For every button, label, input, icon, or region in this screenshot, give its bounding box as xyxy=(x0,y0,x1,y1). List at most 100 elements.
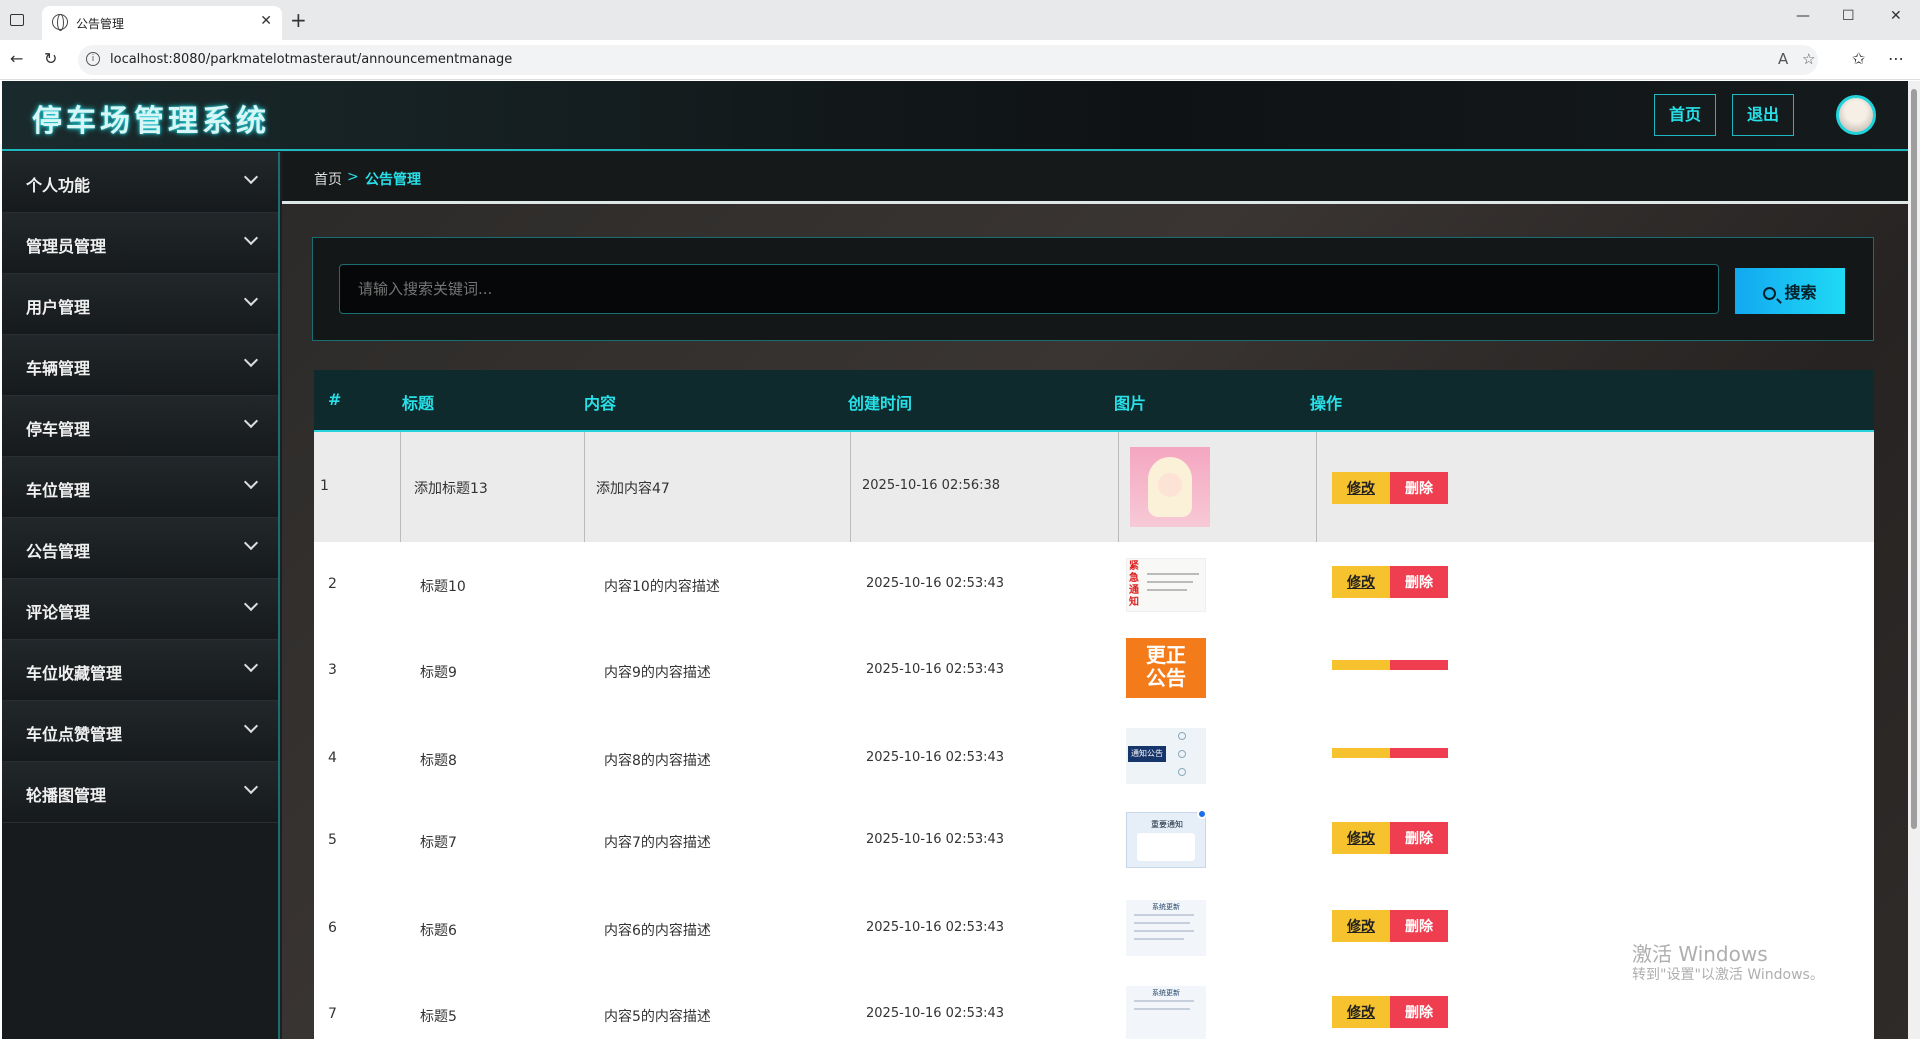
main-content: 首页 > 公告管理 搜索 # 标题 内容 创建时间 图片 操作 xyxy=(282,152,1908,1039)
edit-button[interactable]: 修改 xyxy=(1332,910,1390,942)
sidebar-item-parking[interactable]: 停车管理 xyxy=(2,396,278,457)
sidebar-item-space-favorites[interactable]: 车位收藏管理 xyxy=(2,640,278,701)
home-button[interactable]: 首页 xyxy=(1654,94,1717,136)
breadcrumb-separator: > xyxy=(347,169,359,185)
sidebar-item-label: 车位管理 xyxy=(26,481,91,500)
col-title: 标题 xyxy=(402,394,435,413)
back-icon[interactable]: ← xyxy=(10,49,23,68)
logout-button[interactable]: 退出 xyxy=(1732,94,1795,136)
breadcrumb-home[interactable]: 首页 xyxy=(314,169,342,189)
sidebar-item-space-likes[interactable]: 车位点赞管理 xyxy=(2,701,278,762)
col-actions: 操作 xyxy=(1310,394,1343,413)
delete-button[interactable]: 删除 xyxy=(1390,822,1448,854)
windows-activation-hint: 转到"设置"以激活 Windows。 xyxy=(1632,967,1824,983)
col-index: # xyxy=(328,390,342,409)
chevron-down-icon xyxy=(243,779,259,795)
delete-button[interactable]: 删除 xyxy=(1390,472,1448,504)
browser-tab[interactable]: 公告管理 ✕ xyxy=(42,6,282,40)
globe-icon xyxy=(52,14,68,31)
scrollbar-thumb[interactable] xyxy=(1911,89,1917,829)
url-field[interactable]: i localhost:8080/parkmatelotmasteraut/an… xyxy=(78,45,1818,75)
edit-button[interactable]: 修改 xyxy=(1332,566,1390,598)
table-row[interactable]: 3 标题9 内容9的内容描述 2025-10-16 02:53:43 更正公告 xyxy=(314,628,1874,716)
column-divider xyxy=(1316,432,1317,542)
search-panel: 搜索 xyxy=(312,237,1874,341)
cell-created: 2025-10-16 02:53:43 xyxy=(866,920,1005,935)
sidebar-item-carousel[interactable]: 轮播图管理 xyxy=(2,762,278,823)
text-line xyxy=(1147,589,1187,591)
edit-button[interactable]: 修改 xyxy=(1332,996,1390,1028)
favorites-icon[interactable]: ✩ xyxy=(1852,49,1865,68)
dot-icon xyxy=(1178,750,1186,758)
more-icon[interactable]: ⋯ xyxy=(1888,49,1904,68)
sidebar-item-label: 停车管理 xyxy=(26,420,91,439)
cell-title: 标题6 xyxy=(420,923,457,939)
favorite-icon[interactable]: ☆ xyxy=(1802,50,1815,68)
sidebar-item-comments[interactable]: 评论管理 xyxy=(2,579,278,640)
system-update-text: 系统更新 xyxy=(1152,989,1180,997)
search-input[interactable] xyxy=(339,264,1719,314)
sidebar-item-announcements[interactable]: 公告管理 xyxy=(2,518,278,579)
text-line xyxy=(1147,581,1193,583)
minimize-icon[interactable]: — xyxy=(1796,8,1810,24)
system-update-image: 系统更新 xyxy=(1126,900,1206,956)
cell-title: 标题10 xyxy=(420,579,466,595)
search-button-label: 搜索 xyxy=(1784,285,1817,302)
close-window-icon[interactable]: ✕ xyxy=(1890,8,1902,24)
site-info-icon[interactable]: i xyxy=(86,52,100,66)
sidebar-item-spaces[interactable]: 车位管理 xyxy=(2,457,278,518)
face-shape xyxy=(1158,473,1182,497)
table-row[interactable]: 1 添加标题13 添加内容47 2025-10-16 02:56:38 修改 删… xyxy=(314,432,1874,542)
delete-button-clipped[interactable] xyxy=(1390,748,1448,758)
windows-activation-title: 激活 Windows xyxy=(1632,942,1768,966)
chevron-down-icon xyxy=(243,413,259,429)
sidebar-item-users[interactable]: 用户管理 xyxy=(2,274,278,335)
urgent-notice-image: 紧急通知 xyxy=(1126,558,1206,612)
edit-button[interactable]: 修改 xyxy=(1332,822,1390,854)
delete-button[interactable]: 删除 xyxy=(1390,996,1448,1028)
delete-button[interactable]: 删除 xyxy=(1390,566,1448,598)
close-tab-icon[interactable]: ✕ xyxy=(260,13,272,29)
search-button[interactable]: 搜索 xyxy=(1735,268,1845,314)
cell-index: 7 xyxy=(328,1006,337,1022)
sidebar-item-personal[interactable]: 个人功能 xyxy=(2,152,278,213)
avatar[interactable] xyxy=(1836,95,1876,135)
sidebar-item-vehicles[interactable]: 车辆管理 xyxy=(2,335,278,396)
sidebar-item-label: 评论管理 xyxy=(26,603,91,622)
cell-index: 3 xyxy=(328,662,337,678)
sidebar: 个人功能 管理员管理 用户管理 车辆管理 停车管理 车位管理 公告管理 评论管理… xyxy=(2,152,280,1039)
edit-button[interactable]: 修改 xyxy=(1332,472,1390,504)
tab-actions-icon[interactable] xyxy=(10,14,24,26)
text-line xyxy=(1147,573,1199,575)
cell-title: 标题9 xyxy=(420,665,457,681)
delete-button-clipped[interactable] xyxy=(1390,660,1448,670)
tab-title: 公告管理 xyxy=(76,17,125,31)
cell-content: 添加内容47 xyxy=(596,481,670,497)
cell-title: 添加标题13 xyxy=(414,481,488,497)
important-notice-text: 重要通知 xyxy=(1151,820,1183,829)
breadcrumb: 首页 > 公告管理 xyxy=(282,152,1908,204)
address-bar: ← ↻ i localhost:8080/parkmatelotmasterau… xyxy=(0,40,1920,80)
cell-content: 内容6的内容描述 xyxy=(604,923,711,939)
cell-created: 2025-10-16 02:53:43 xyxy=(866,750,1005,765)
maximize-icon[interactable]: ☐ xyxy=(1842,8,1855,24)
cell-created: 2025-10-16 02:53:43 xyxy=(866,1006,1005,1021)
sidebar-item-admins[interactable]: 管理员管理 xyxy=(2,213,278,274)
table-row[interactable]: 2 标题10 内容10的内容描述 2025-10-16 02:53:43 紧急通… xyxy=(314,542,1874,628)
cell-title: 标题7 xyxy=(420,835,457,851)
table-row[interactable]: 5 标题7 内容7的内容描述 2025-10-16 02:53:43 重要通知 … xyxy=(314,800,1874,886)
cell-index: 4 xyxy=(328,750,337,766)
chevron-down-icon xyxy=(243,291,259,307)
table-row[interactable]: 4 标题8 内容8的内容描述 2025-10-16 02:53:43 通知公告 xyxy=(314,716,1874,800)
page-scrollbar[interactable] xyxy=(1908,81,1920,1039)
edit-button-clipped[interactable] xyxy=(1332,660,1390,670)
new-tab-icon[interactable]: + xyxy=(290,8,307,32)
delete-button[interactable]: 删除 xyxy=(1390,910,1448,942)
read-aloud-icon[interactable]: A xyxy=(1778,50,1788,68)
text-line xyxy=(1134,1000,1194,1002)
cell-created: 2025-10-16 02:53:43 xyxy=(866,662,1005,677)
edit-button-clipped[interactable] xyxy=(1332,748,1390,758)
notice-label-box: 通知公告 xyxy=(1128,746,1166,762)
refresh-icon[interactable]: ↻ xyxy=(44,49,57,68)
chevron-down-icon xyxy=(243,230,259,246)
